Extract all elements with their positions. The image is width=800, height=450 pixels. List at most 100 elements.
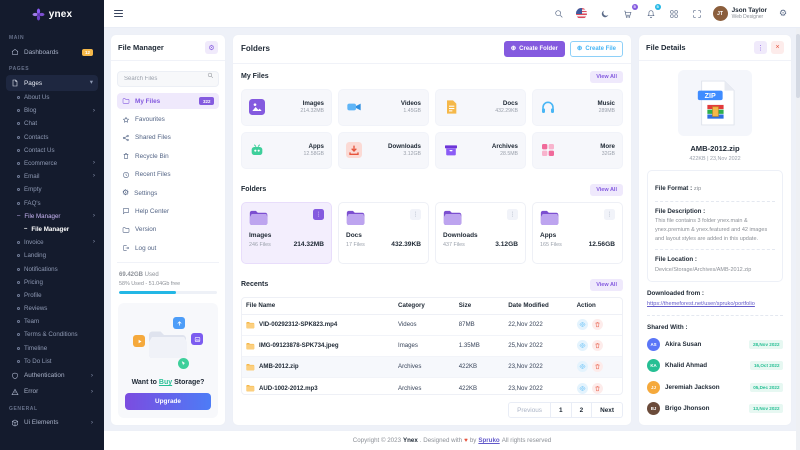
details-options-button[interactable]: ⋮ [754, 41, 767, 54]
sidebar-item-profile[interactable]: Profile [6, 289, 98, 302]
file-manager-settings-button[interactable]: ⚙ [205, 41, 218, 54]
notifications-bell-icon[interactable]: 5 [644, 7, 658, 21]
table-row-selected[interactable]: AMB-2012.zip Archives 422KB 23,Nov 2022 [242, 356, 622, 377]
table-row[interactable]: AUD-1002-2012.mp3 Archives 422KB 23,Nov … [242, 378, 622, 395]
menu-toggle-icon[interactable] [114, 10, 123, 17]
sidebar-item-email[interactable]: Email› [6, 170, 98, 183]
folder-options-button[interactable]: ⋮ [313, 209, 324, 220]
sidebar-item-authentication[interactable]: Authentication › [6, 368, 98, 384]
image-tile-icon [191, 333, 203, 345]
folder-options-button[interactable]: ⋮ [410, 209, 421, 220]
fm-menu-recycle-bin[interactable]: Recycle Bin [117, 148, 219, 164]
sidebar-item-ecommerce[interactable]: Ecommerce› [6, 157, 98, 170]
type-card-music[interactable]: Music289MB [532, 89, 623, 126]
delete-file-button[interactable] [592, 340, 603, 351]
fm-menu-favourites[interactable]: Favourites [117, 111, 219, 127]
folder-card-apps[interactable]: ⋮ Apps 165 Files12.56GB [532, 202, 623, 264]
table-row[interactable]: VID-00292312-SPK823.mp4 Videos 87MB 22,N… [242, 314, 622, 335]
fm-menu-help-center[interactable]: Help Center [117, 203, 219, 219]
folders-view-all-button[interactable]: View All [590, 184, 623, 196]
sidebar-item-about-us[interactable]: About Us [6, 91, 98, 104]
create-folder-button[interactable]: ⊕Create Folder [504, 41, 565, 57]
view-file-button[interactable] [577, 340, 588, 351]
brand-logo[interactable]: ynex [0, 0, 104, 28]
sidebar-item-team[interactable]: Team [6, 315, 98, 328]
type-card-images[interactable]: Images214.32MB [241, 89, 332, 126]
pagination-page-2[interactable]: 2 [572, 402, 593, 418]
delete-file-button[interactable] [592, 319, 603, 330]
user-profile[interactable]: JT Json Taylor Web Designer [713, 6, 767, 21]
sidebar-item-notifications[interactable]: Notifications [6, 262, 98, 275]
type-card-apps[interactable]: Apps12.58GB [241, 132, 332, 169]
sidebar-scroll[interactable]: MAIN Dashboards 12 PAGES Pages ▾ About U… [0, 28, 104, 450]
upgrade-button[interactable]: Upgrade [125, 393, 211, 410]
delete-file-button[interactable] [592, 383, 603, 394]
spruko-link[interactable]: Spruko [478, 437, 499, 444]
type-card-archives[interactable]: Archives28.5MB [435, 132, 526, 169]
folder-options-button[interactable]: ⋮ [604, 209, 615, 220]
downloaded-from-link[interactable]: https://themeforest.net/user/spruko/port… [647, 301, 783, 307]
page-scrollbar[interactable] [796, 28, 800, 450]
view-file-button[interactable] [577, 361, 588, 372]
sidebar-item-dashboards[interactable]: Dashboards 12 [6, 44, 98, 60]
scrollbar-thumb[interactable] [796, 34, 800, 98]
fm-menu-settings[interactable]: ⚙ Settings [117, 185, 219, 201]
sidebar-item-contacts[interactable]: Contacts [6, 131, 98, 144]
sidebar-item-reviews[interactable]: Reviews [6, 302, 98, 315]
sidebar-item-todo[interactable]: To Do List [6, 355, 98, 368]
sidebar-item-file-manager-child[interactable]: –File Manager [6, 223, 98, 236]
delete-file-button[interactable] [592, 361, 603, 372]
fm-menu-my-files[interactable]: My Files 322 [117, 93, 219, 109]
pagination-next[interactable]: Next [592, 402, 623, 418]
shared-user-row[interactable]: BJ Brigo Jhonson 13,Nov 2022 [647, 402, 783, 415]
search-files-input[interactable] [117, 71, 219, 87]
folder-card-docs[interactable]: ⋮ Docs 17 Files432.39KB [338, 202, 429, 264]
settings-gear-icon[interactable]: ⚙ [776, 7, 790, 21]
details-close-button[interactable]: × [771, 41, 784, 54]
type-card-docs[interactable]: Docs432.29KB [435, 89, 526, 126]
buy-link[interactable]: Buy [159, 379, 172, 386]
cart-icon[interactable]: 5 [621, 7, 635, 21]
sidebar-item-pages[interactable]: Pages ▾ [6, 75, 98, 91]
fm-menu-shared-files[interactable]: Shared Files [117, 130, 219, 146]
view-file-button[interactable] [577, 383, 588, 394]
folder-card-downloads[interactable]: ⋮ Downloads 437 Files3.12GB [435, 202, 526, 264]
type-card-videos[interactable]: Videos1.45GB [338, 89, 429, 126]
my-files-view-all-button[interactable]: View All [590, 71, 623, 83]
type-card-downloads[interactable]: Downloads3.12GB [338, 132, 429, 169]
create-file-button[interactable]: ⊕Create File [570, 41, 623, 57]
language-flag-icon[interactable] [575, 7, 589, 21]
sidebar-item-pricing[interactable]: Pricing [6, 276, 98, 289]
file-folder-icon [246, 384, 255, 392]
type-card-more[interactable]: More32GB [532, 132, 623, 169]
sidebar-item-ui-elements[interactable]: Ui Elements › [6, 415, 98, 431]
sidebar-item-contact-us[interactable]: Contact Us [6, 144, 98, 157]
sidebar-item-invoice[interactable]: Invoice› [6, 236, 98, 249]
sidebar-item-blog[interactable]: Blog› [6, 104, 98, 117]
sidebar-item-file-manager[interactable]: –File Manager› [6, 210, 98, 223]
apps-grid-icon[interactable] [667, 7, 681, 21]
pagination-previous[interactable]: Previous [508, 402, 551, 418]
sidebar-item-timeline[interactable]: Timeline [6, 342, 98, 355]
shared-user-row[interactable]: JJ Jeremiah Jackson 05,Dec 2022 [647, 381, 783, 394]
folder-options-button[interactable]: ⋮ [507, 209, 518, 220]
sidebar-item-chat[interactable]: Chat [6, 117, 98, 130]
search-icon[interactable] [552, 7, 566, 21]
fm-menu-version[interactable]: Version [117, 222, 219, 238]
sidebar-item-error[interactable]: Error › [6, 384, 98, 400]
dark-mode-moon-icon[interactable] [598, 7, 612, 21]
sidebar-item-landing[interactable]: Landing [6, 249, 98, 262]
table-row[interactable]: IMG-09123878-SPK734.jpeg Images 1.35MB 2… [242, 335, 622, 356]
sidebar-item-faqs[interactable]: FAQ's [6, 197, 98, 210]
shared-user-row[interactable]: KA Khalid Ahmad 16,Oct 2022 [647, 359, 783, 372]
fm-menu-log-out[interactable]: Log out [117, 240, 219, 256]
sidebar-item-terms[interactable]: Terms & Conditions [6, 328, 98, 341]
recents-view-all-button[interactable]: View All [590, 279, 623, 291]
view-file-button[interactable] [577, 319, 588, 330]
sidebar-item-empty[interactable]: Empty [6, 183, 98, 196]
pagination-page-1[interactable]: 1 [551, 402, 572, 418]
shared-user-row[interactable]: AS Akira Susan 28,Nov 2022 [647, 338, 783, 351]
folder-card-images[interactable]: ⋮ Images 246 Files214.32MB [241, 202, 332, 264]
fm-menu-recent-files[interactable]: Recent Files [117, 167, 219, 183]
fullscreen-icon[interactable] [690, 7, 704, 21]
